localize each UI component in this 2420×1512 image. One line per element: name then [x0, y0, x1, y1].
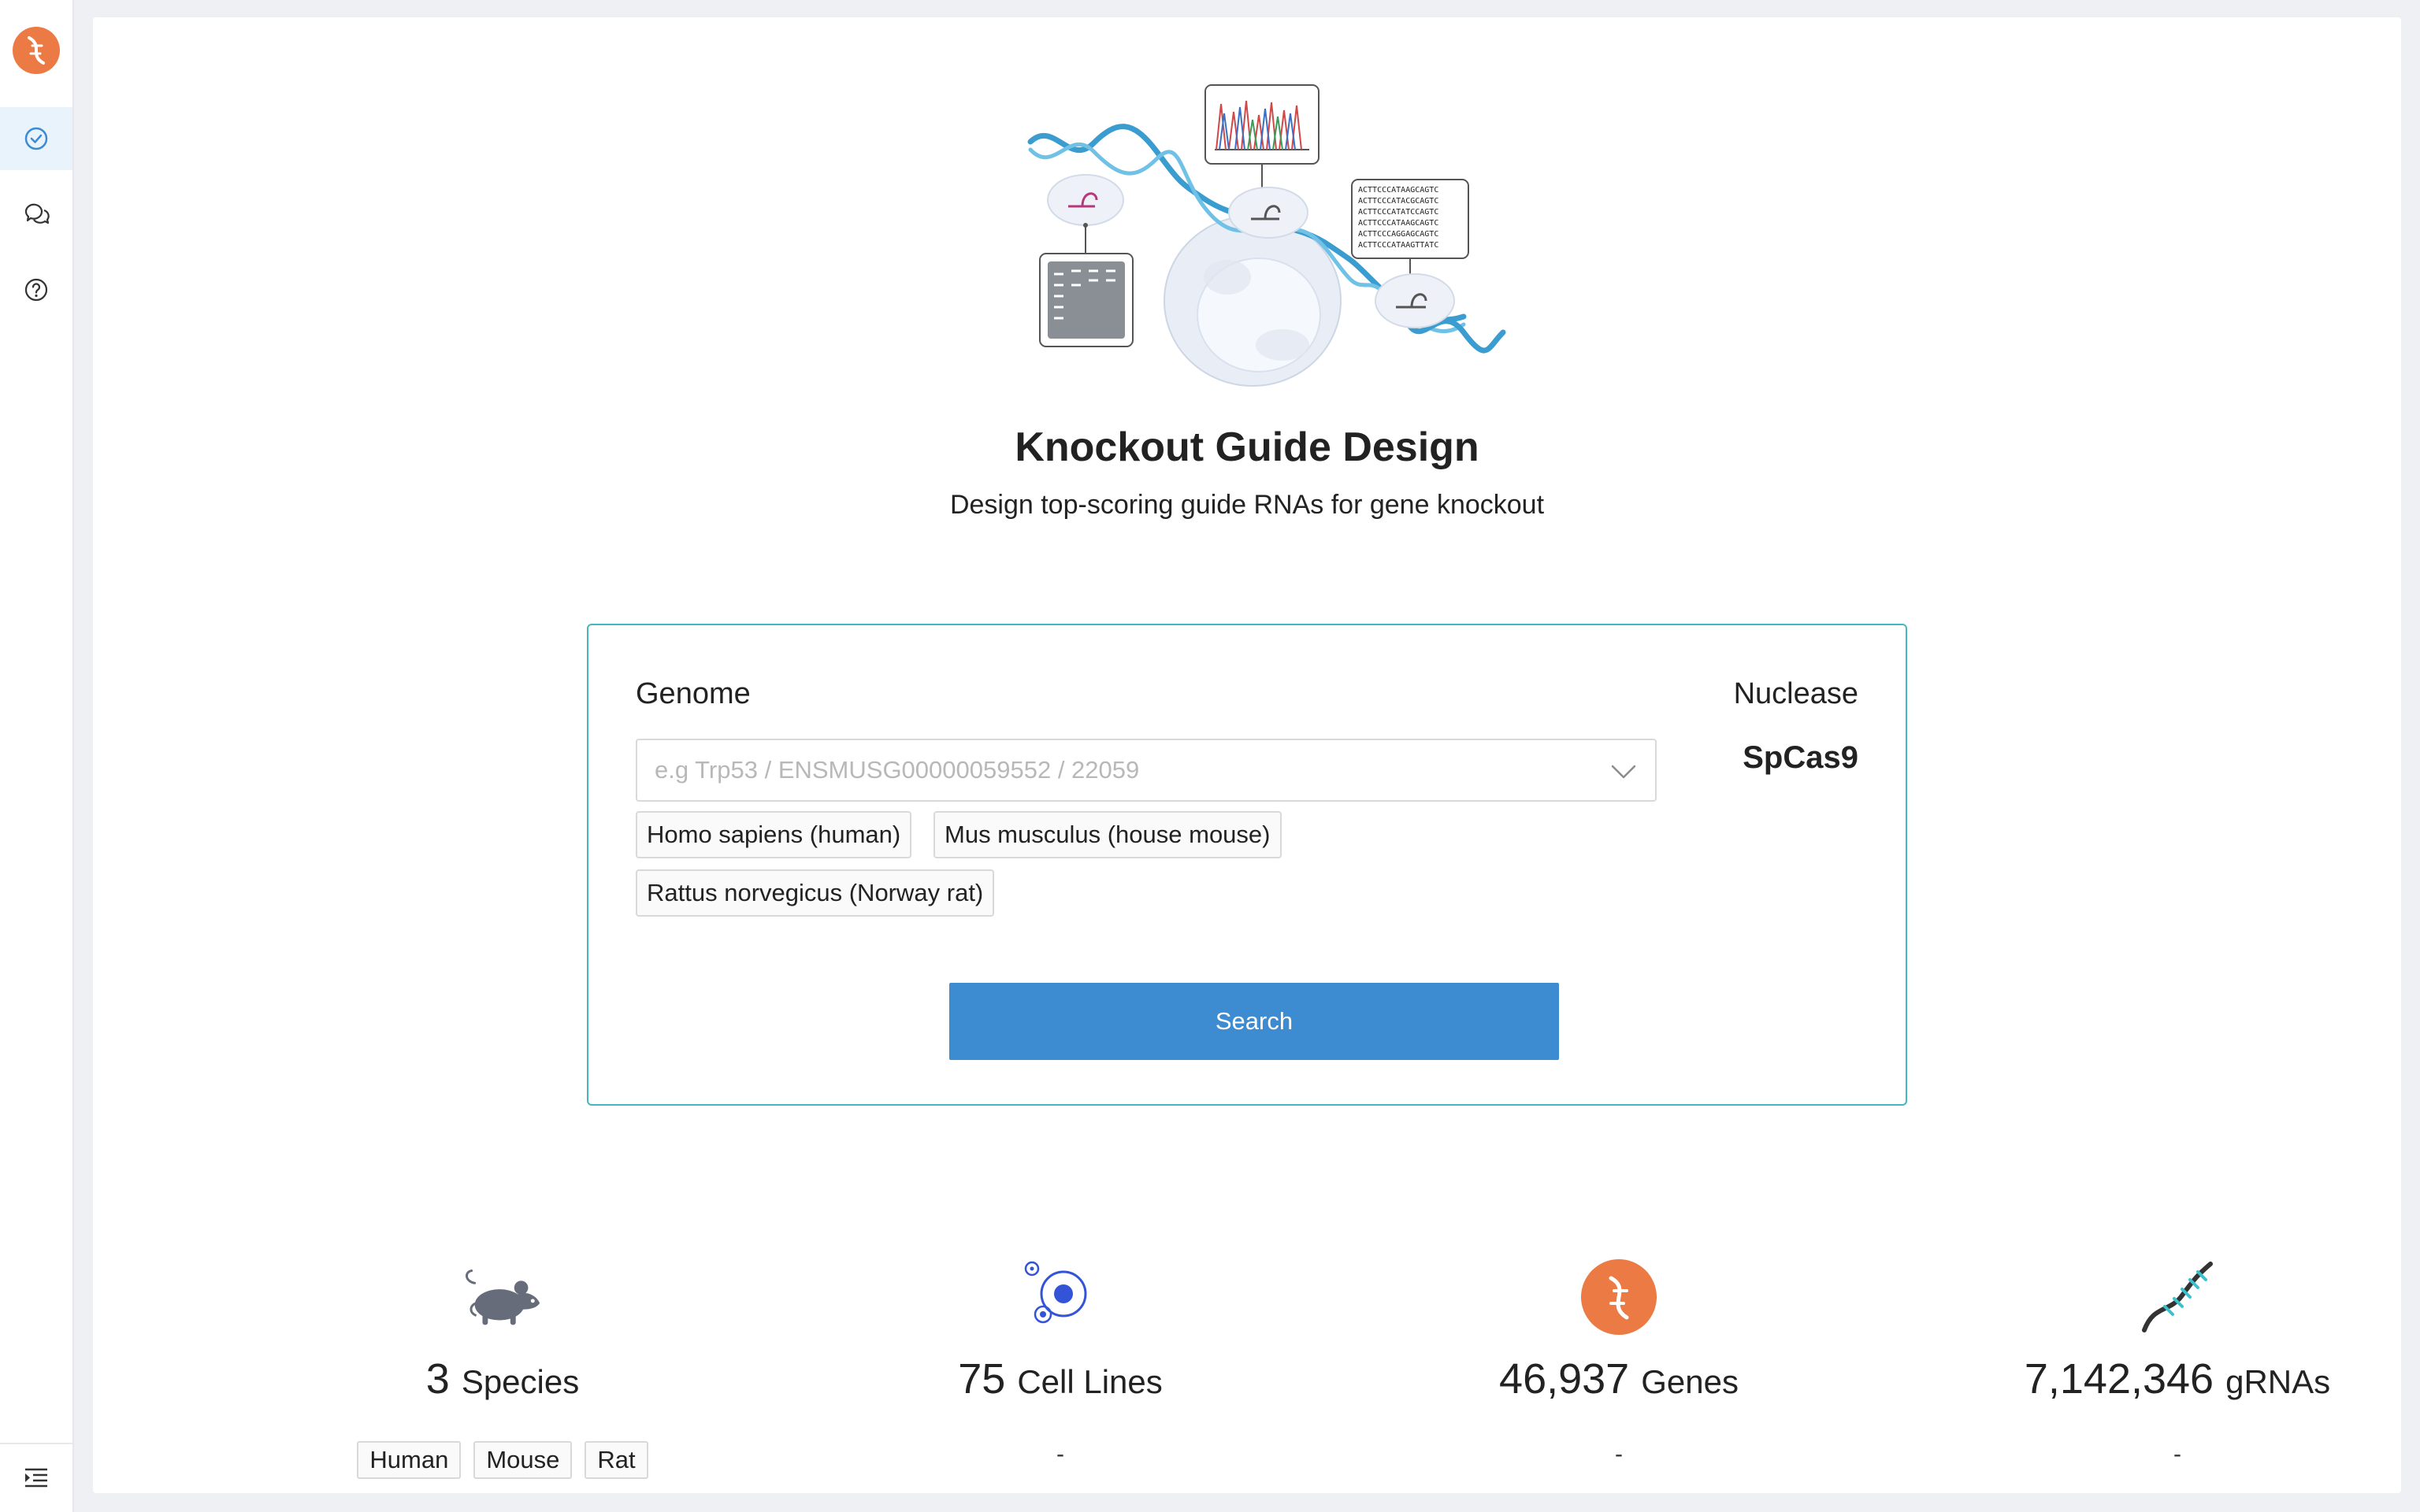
grna-bubble-middle [1228, 187, 1308, 239]
svg-text:ACTTCCCATAAGCAGTC: ACTTCCCATAAGCAGTC [1358, 219, 1438, 228]
mouse-icon [459, 1254, 546, 1340]
genome-option-human[interactable]: Homo sapiens (human) [636, 811, 912, 858]
main-content: ACTTCCCATAAGCAGTC ACTTCCCATACGCAGTC ACTT… [93, 17, 2401, 1493]
grna-strand-icon [2134, 1254, 2221, 1340]
species-tags: Human Mouse Rat [258, 1441, 747, 1479]
stat-grnas-number: 7,142,346 [2024, 1355, 2214, 1403]
gene-search-select[interactable]: e.g Trp53 / ENSMUSG00000059552 / 22059 [636, 739, 1657, 802]
grna-bubble-left [1047, 174, 1124, 254]
search-button[interactable]: Search [949, 983, 1559, 1060]
stat-cell-lines-value: 75 Cell Lines [816, 1354, 1305, 1403]
svg-text:ACTTCCCATATCCAGTC: ACTTCCCATATCCAGTC [1358, 208, 1438, 217]
svg-text:ACTTCCCAGGAGCAGTC: ACTTCCCAGGAGCAGTC [1358, 230, 1438, 239]
stat-species-number: 3 [425, 1355, 450, 1403]
stat-species-unit: Species [461, 1363, 580, 1400]
svg-text:ACTTCCCATACGCAGTC: ACTTCCCATACGCAGTC [1358, 197, 1438, 206]
cell-blob [1164, 215, 1342, 387]
svg-text:ACTTCCCATAAGTTATC: ACTTCCCATAAGTTATC [1358, 241, 1438, 250]
chevron-down-icon [1611, 765, 1636, 779]
sidebar-item-chat[interactable] [0, 183, 72, 246]
stat-cell-lines-sub: - [1056, 1441, 1064, 1467]
grna-bubble-right [1375, 273, 1455, 328]
stat-species: 3 Species Human Mouse Rat [258, 1254, 747, 1490]
sidebar [0, 0, 74, 1512]
page-subtitle: Design top-scoring guide RNAs for gene k… [949, 490, 1545, 520]
search-card: Genome Nuclease e.g Trp53 / ENSMUSG00000… [587, 624, 1907, 1106]
gene-search-placeholder: e.g Trp53 / ENSMUSG00000059552 / 22059 [655, 756, 1140, 784]
page-title: Knockout Guide Design [1015, 424, 1479, 470]
help-circle-icon [24, 278, 48, 302]
gel-image [1039, 253, 1134, 347]
stat-genes-sub: - [1615, 1441, 1623, 1467]
crispr-illustration: ACTTCCCATAAGCAGTC ACTTCCCATACGCAGTC ACTT… [1027, 84, 1506, 387]
nuclease-value: SpCas9 [1743, 740, 1858, 775]
cell-lines-icon [1017, 1254, 1104, 1340]
chat-bubbles-icon [24, 203, 50, 224]
stat-genes-value: 46,937 Genes [1375, 1354, 1863, 1403]
genome-option-rat[interactable]: Rattus norvegicus (Norway rat) [636, 869, 995, 917]
stat-grnas: 7,142,346 gRNAs - [1933, 1254, 2420, 1490]
menu-indent-icon [25, 1468, 47, 1488]
stat-cell-lines: 75 Cell Lines - [816, 1254, 1305, 1490]
check-circle-icon [24, 127, 48, 150]
stat-cell-lines-unit: Cell Lines [1017, 1363, 1163, 1400]
stat-species-value: 3 Species [258, 1354, 747, 1403]
stat-grnas-sub: - [2173, 1441, 2181, 1467]
chromatogram-box [1204, 84, 1319, 195]
gene-icon [1576, 1254, 1662, 1340]
genome-label: Genome [636, 677, 751, 710]
sequence-alignment-box: ACTTCCCATAAGCAGTC ACTTCCCATACGCAGTC ACTT… [1351, 179, 1469, 287]
species-tag-human: Human [357, 1441, 462, 1479]
dna-helix-logo-icon[interactable] [13, 27, 60, 74]
svg-text:ACTTCCCATAAGCAGTC: ACTTCCCATAAGCAGTC [1358, 186, 1438, 195]
stat-grnas-value: 7,142,346 gRNAs [1933, 1354, 2420, 1403]
nuclease-label: Nuclease [1733, 677, 1858, 710]
genome-option-mouse[interactable]: Mus musculus (house mouse) [933, 811, 1282, 858]
stat-genes-number: 46,937 [1499, 1355, 1630, 1403]
sidebar-item-help[interactable] [0, 258, 72, 321]
species-tag-rat: Rat [585, 1441, 648, 1479]
sidebar-item-check[interactable] [0, 107, 72, 170]
species-tag-mouse: Mouse [473, 1441, 573, 1479]
stat-genes: 46,937 Genes - [1375, 1254, 1863, 1490]
stat-genes-unit: Genes [1641, 1363, 1739, 1400]
stat-cell-lines-number: 75 [958, 1355, 1006, 1403]
sidebar-collapse-button[interactable] [0, 1443, 72, 1512]
stat-grnas-unit: gRNAs [2225, 1363, 2331, 1400]
